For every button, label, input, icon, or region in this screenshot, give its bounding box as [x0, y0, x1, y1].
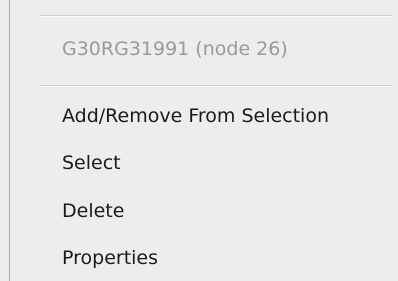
menu-header-node-label: G30RG31991 (node 26) [62, 38, 288, 60]
menu-left-border [9, 0, 10, 281]
menu-item-label: Select [62, 152, 121, 174]
menu-item-label: Delete [62, 200, 125, 222]
menu-item-label: Add/Remove From Selection [62, 105, 330, 127]
menu-item-select[interactable]: Select [40, 143, 392, 183]
menu-separator [40, 85, 392, 87]
menu-item-delete[interactable]: Delete [40, 191, 392, 231]
menu-item-label: Properties [62, 247, 159, 269]
menu-item-add-remove-selection[interactable]: Add/Remove From Selection [40, 96, 392, 136]
menu-item-properties[interactable]: Properties [40, 238, 392, 278]
menu-separator-top [40, 15, 392, 17]
context-menu: G30RG31991 (node 26) Add/Remove From Sel… [0, 0, 398, 281]
